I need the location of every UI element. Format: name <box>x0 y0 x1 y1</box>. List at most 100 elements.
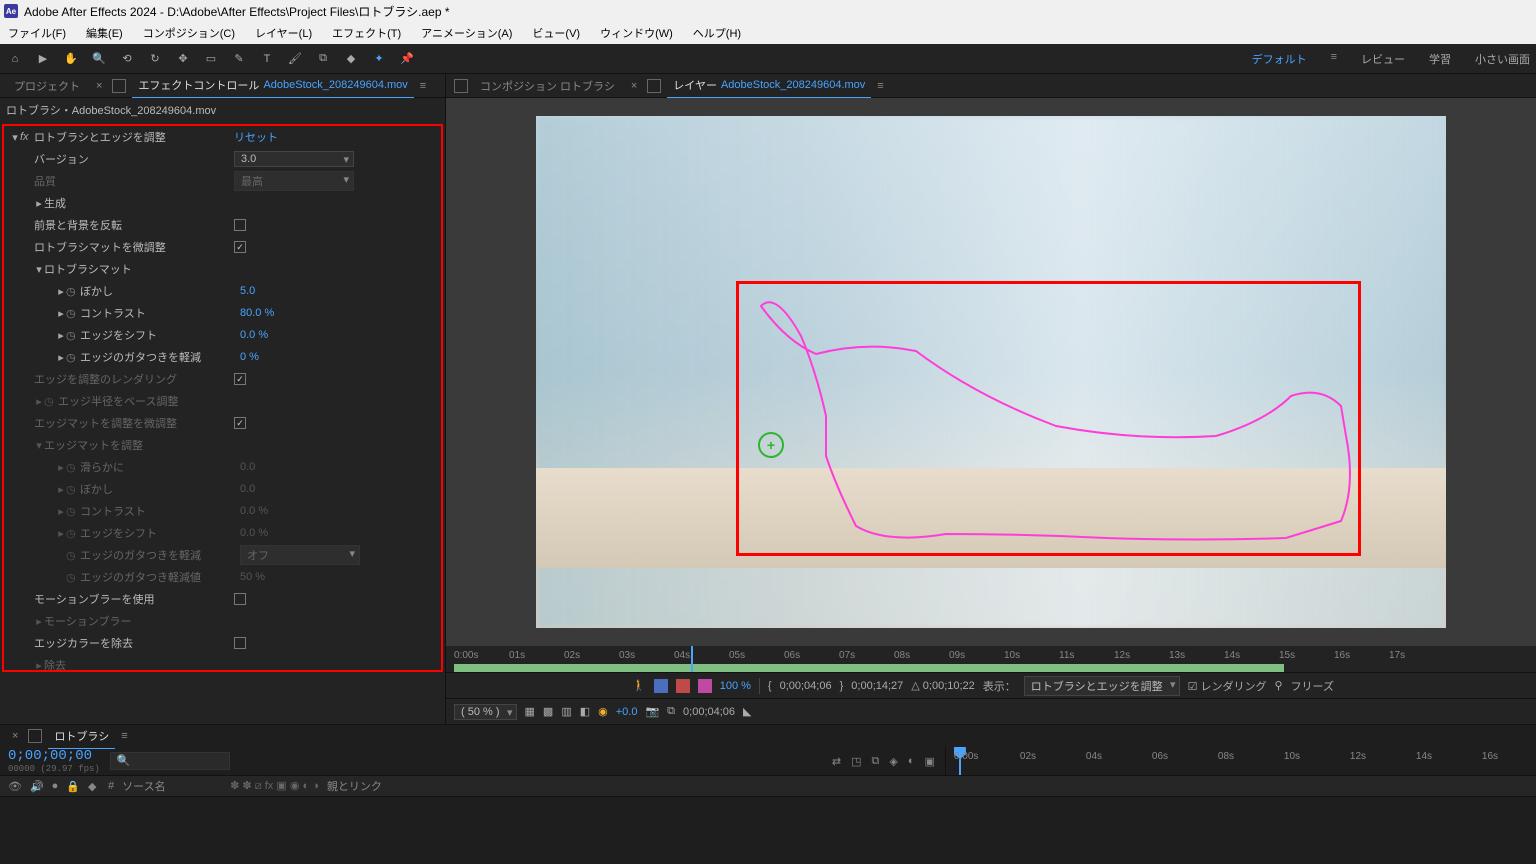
shift-edge-value[interactable]: 0.0 % <box>240 329 268 341</box>
orbit-tool-icon[interactable]: ⟲ <box>118 50 136 68</box>
panel-menu-icon[interactable]: ≡ <box>121 730 127 742</box>
color-mgmt-icon[interactable]: ◉ <box>598 705 608 718</box>
layer-preview[interactable]: + <box>536 116 1446 628</box>
brush-size-value[interactable]: 100 % <box>720 680 751 692</box>
draft3d-icon[interactable]: ◳ <box>851 755 861 768</box>
effect-controls-tab[interactable]: エフェクトコントロール AdobeStock_208249604.mov <box>132 73 413 98</box>
contrast-value[interactable]: 80.0 % <box>240 307 274 319</box>
resolution-icon[interactable]: ▦ <box>525 705 535 718</box>
freeze-button[interactable]: フリーズ <box>1291 678 1334 694</box>
selection-tool-icon[interactable]: ▶ <box>34 50 52 68</box>
channel-icon[interactable]: ◧ <box>580 705 590 718</box>
panel-menu-icon[interactable]: ≡ <box>877 80 883 92</box>
show-snapshot-icon[interactable]: ⧉ <box>667 705 675 718</box>
clone-tool-icon[interactable]: ⧉ <box>314 50 332 68</box>
freeze-icon[interactable]: ⚲ <box>1275 679 1283 692</box>
anchor-tool-icon[interactable]: ✥ <box>174 50 192 68</box>
motion-blur-icon[interactable]: ◐ <box>908 755 915 768</box>
panel-lock-icon[interactable] <box>647 79 661 93</box>
segment-color-swatch[interactable] <box>698 679 712 693</box>
ec-tab-filename[interactable]: AdobeStock_208249604.mov <box>263 79 407 91</box>
out-point-value[interactable]: 0;00;14;27 <box>851 680 903 692</box>
close-tab-icon[interactable]: × <box>8 730 22 742</box>
graph-editor-icon[interactable]: ▣ <box>925 755 935 768</box>
feather-value[interactable]: 5.0 <box>240 285 255 297</box>
menu-animation[interactable]: アニメーション(A) <box>417 23 516 43</box>
home-icon[interactable]: ⌂ <box>6 50 24 68</box>
roto-matte-group-label[interactable]: ロトブラシマット <box>44 261 244 277</box>
twirl-right-icon[interactable]: ▸ <box>34 197 44 210</box>
twirl-right-icon[interactable]: ▸ <box>56 329 66 342</box>
menu-composition[interactable]: コンポジション(C) <box>139 23 239 43</box>
hand-tool-icon[interactable]: ✋ <box>62 50 80 68</box>
label-column-icon[interactable]: ◆ <box>88 780 100 793</box>
out-point-icon[interactable]: } <box>840 680 844 692</box>
workspace-menu-icon[interactable]: ≡ <box>1331 51 1337 67</box>
alpha-icon[interactable]: ◣ <box>743 705 751 718</box>
reduce-chatter-value[interactable]: 0 % <box>240 351 259 363</box>
timeline-tab[interactable]: ロトブラシ <box>48 724 115 749</box>
effect-name-label[interactable]: ロトブラシとエッジを調整 <box>34 129 234 145</box>
timeline-search-input[interactable] <box>110 752 230 770</box>
viewer-body[interactable]: + <box>446 98 1536 646</box>
decontaminate-checkbox[interactable] <box>234 637 246 649</box>
reset-link[interactable]: リセット <box>234 129 278 145</box>
menu-file[interactable]: ファイル(F) <box>4 23 70 43</box>
snapshot-icon[interactable]: 📷 <box>645 705 659 718</box>
frame-blend-icon[interactable]: ◈ <box>889 755 897 768</box>
fine-tune-matte-checkbox[interactable] <box>234 241 246 253</box>
stopwatch-icon[interactable]: ◷ <box>66 285 80 298</box>
use-motion-blur-checkbox[interactable] <box>234 593 246 605</box>
eye-column-icon[interactable]: 👁 <box>8 780 22 793</box>
timeline-timecode[interactable]: 0;00;00;00 <box>8 748 100 764</box>
panel-menu-icon[interactable]: ≡ <box>420 80 426 92</box>
rotate-tool-icon[interactable]: ↻ <box>146 50 164 68</box>
panel-lock-icon[interactable] <box>28 729 42 743</box>
person-icon[interactable]: 🚶 <box>632 679 646 692</box>
segment-color-swatch[interactable] <box>654 679 668 693</box>
transparency-grid-icon[interactable]: ▩ <box>543 705 553 718</box>
shape-tool-icon[interactable]: ▭ <box>202 50 220 68</box>
solo-column-icon[interactable]: ● <box>52 780 59 792</box>
zoom-tool-icon[interactable]: 🔍 <box>90 50 108 68</box>
composition-tab[interactable]: コンポジション ロトブラシ <box>474 74 621 98</box>
menu-edit[interactable]: 編集(E) <box>82 23 127 43</box>
produce-label[interactable]: 生成 <box>44 195 244 211</box>
timeline-ruler[interactable]: 0:00s02s04s06s08s10s12s14s16s18s20s22s24… <box>945 747 1528 775</box>
type-tool-icon[interactable]: T <box>258 50 276 68</box>
brush-tool-icon[interactable]: 🖌 <box>286 50 304 68</box>
menu-effect[interactable]: エフェクト(T) <box>328 23 405 43</box>
comp-mini-flowchart-icon[interactable]: ⇄ <box>832 755 841 768</box>
current-time-value[interactable]: 0;00;04;06 <box>683 706 735 718</box>
in-point-icon[interactable]: { <box>768 680 772 692</box>
layer-playhead[interactable] <box>691 646 693 672</box>
workspace-small[interactable]: 小さい画面 <box>1475 51 1530 67</box>
workspace-review[interactable]: レビュー <box>1361 51 1405 67</box>
invert-fg-bg-checkbox[interactable] <box>234 219 246 231</box>
workspace-study[interactable]: 学習 <box>1429 51 1451 67</box>
lock-column-icon[interactable]: 🔒 <box>66 780 80 793</box>
layer-time-ruler[interactable]: 0:00s01s02s03s04s05s06s07s08s09s10s11s12… <box>446 646 1536 672</box>
mask-toggle-icon[interactable]: ▥ <box>561 705 571 718</box>
menu-view[interactable]: ビュー(V) <box>528 23 584 43</box>
eraser-tool-icon[interactable]: ◆ <box>342 50 360 68</box>
in-point-value[interactable]: 0;00;04;06 <box>780 680 832 692</box>
stopwatch-icon[interactable]: ◷ <box>66 351 80 364</box>
rendering-checkbox[interactable]: ☑ レンダリング <box>1188 678 1267 694</box>
source-name-header[interactable]: ソース名 <box>122 778 222 794</box>
workspace-default[interactable]: デフォルト <box>1252 51 1307 67</box>
rotobrush-tool-icon[interactable]: ✦ <box>370 50 388 68</box>
version-dropdown[interactable]: 3.0 <box>234 151 354 167</box>
exposure-value[interactable]: +0.0 <box>616 706 638 718</box>
stopwatch-icon[interactable]: ◷ <box>66 307 80 320</box>
segment-color-swatch[interactable] <box>676 679 690 693</box>
zoom-dropdown[interactable]: ( 50 % ) <box>454 704 517 720</box>
hide-shy-icon[interactable]: ⧉ <box>872 755 880 768</box>
layer-tab-filename[interactable]: AdobeStock_208249604.mov <box>721 79 865 91</box>
twirl-down-icon[interactable]: ▾ <box>10 131 20 144</box>
audio-column-icon[interactable]: 🔊 <box>30 780 44 793</box>
twirl-right-icon[interactable]: ▸ <box>56 285 66 298</box>
twirl-right-icon[interactable]: ▸ <box>56 351 66 364</box>
twirl-down-icon[interactable]: ▾ <box>34 263 44 276</box>
panel-lock-icon[interactable] <box>454 79 468 93</box>
